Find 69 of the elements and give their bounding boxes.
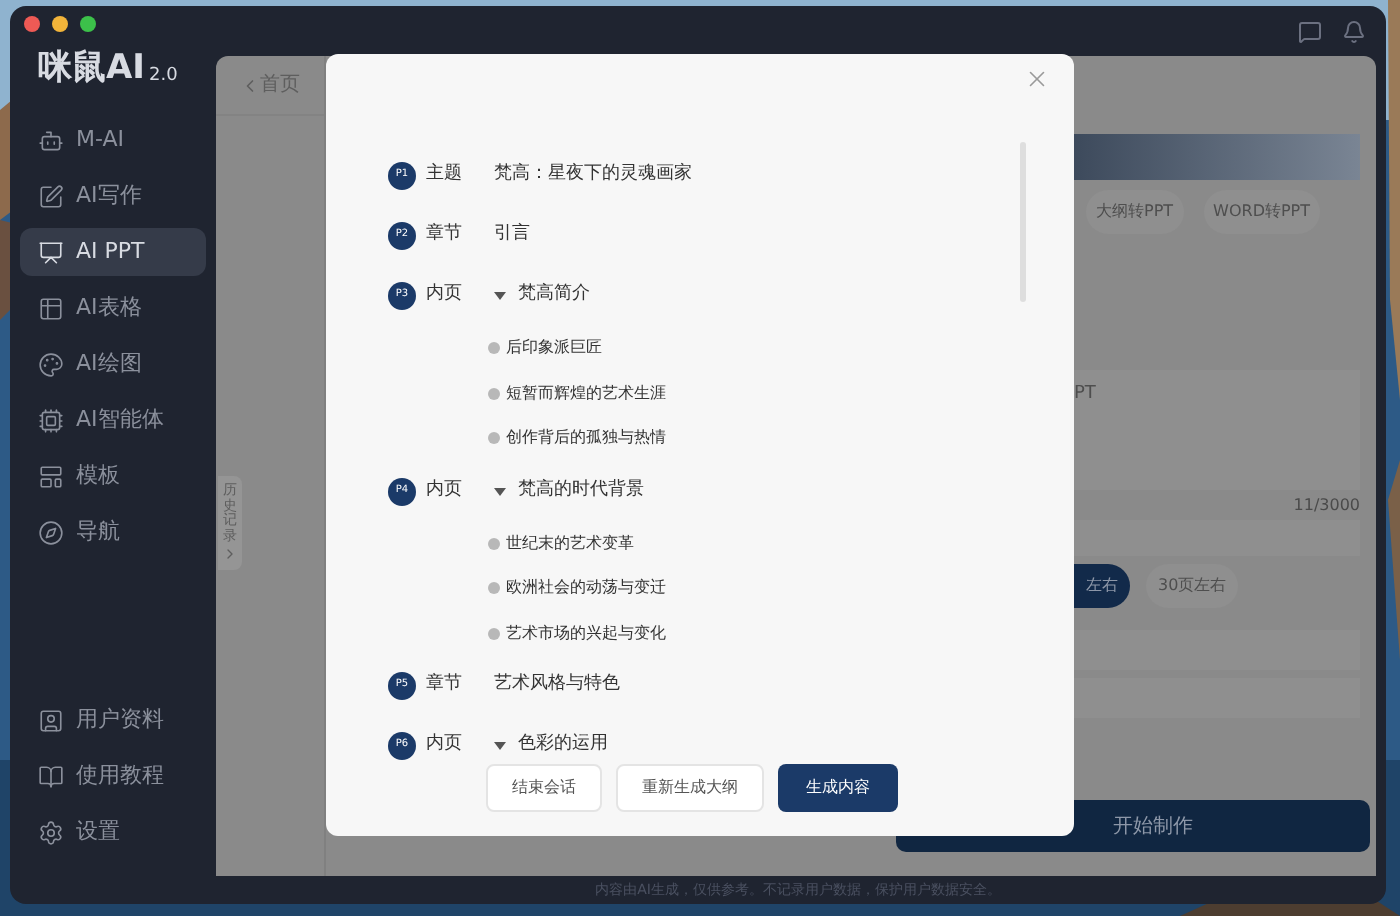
outline-title: 梵高的时代背景 <box>518 477 644 504</box>
sidebar-item[interactable]: AI PPT <box>20 228 206 276</box>
item-type: 内页 <box>426 477 464 504</box>
pen-icon <box>38 183 64 209</box>
sidebar-item[interactable]: AI写作 <box>20 172 206 220</box>
outline-subitem: 世纪末的艺术变革 <box>506 531 634 556</box>
robot-icon <box>38 127 64 153</box>
outline-subitem: 艺术市场的兴起与变化 <box>506 621 666 646</box>
close-window-button[interactable] <box>24 16 40 32</box>
bullet-icon <box>488 627 500 640</box>
outline-title: 色彩的运用 <box>518 732 608 759</box>
notification-icon[interactable] <box>1342 19 1366 43</box>
outline-subitem: 创作背后的孤独与热情 <box>506 426 666 451</box>
item-type: 章节 <box>426 672 464 699</box>
input-field[interactable] <box>1074 520 1360 556</box>
chapter-title: 艺术风格与特色 <box>494 672 620 699</box>
collapse-arrow-icon[interactable] <box>494 487 506 495</box>
app-logo: 咪鼠AI 2.0 <box>38 52 180 86</box>
page-count-option[interactable]: 30页左右 <box>1146 564 1239 608</box>
sidebar-item[interactable]: M-AI <box>20 116 206 164</box>
collapse-arrow-icon[interactable] <box>494 292 506 300</box>
item-type: 内页 <box>426 732 464 759</box>
minimize-window-button[interactable] <box>52 16 68 32</box>
sidebar-item[interactable]: 模板 <box>20 452 206 500</box>
sidebar-item[interactable]: AI绘图 <box>20 340 206 388</box>
expand-icon <box>222 545 238 562</box>
palette-icon <box>38 351 64 377</box>
user-icon <box>38 707 64 733</box>
compass-icon <box>38 519 64 545</box>
outline-subitem: 后印象派巨匠 <box>506 336 602 361</box>
table-icon <box>38 295 64 321</box>
topic-input[interactable]: PT <box>1074 370 1360 490</box>
sidebar-item[interactable]: 使用教程 <box>20 752 206 800</box>
bullet-icon <box>488 387 500 400</box>
zoom-window-button[interactable] <box>80 16 96 32</box>
outline-subitem: 短暂而辉煌的艺术生涯 <box>506 381 666 406</box>
mode-tab[interactable]: WORD转PPT <box>1203 190 1321 234</box>
dialog-button[interactable]: 结束会话 <box>486 764 602 812</box>
sidebar-item[interactable]: 用户资料 <box>20 696 206 744</box>
sidebar-item[interactable]: AI表格 <box>20 284 206 332</box>
bullet-icon <box>488 432 500 445</box>
input-field[interactable] <box>1074 678 1360 718</box>
input-field[interactable] <box>1074 630 1360 670</box>
outline-subitem: 欧洲社会的动荡与变迁 <box>506 576 666 601</box>
message-icon[interactable] <box>1298 19 1322 43</box>
close-icon[interactable] <box>1024 66 1050 92</box>
presentation-icon <box>38 239 64 265</box>
chip-icon <box>38 407 64 433</box>
book-icon <box>38 763 64 789</box>
bullet-icon <box>488 582 500 595</box>
character-counter: 11/3000 <box>1293 494 1360 518</box>
chapter-title: 引言 <box>494 222 530 249</box>
settings-icon <box>38 819 64 845</box>
sidebar-item[interactable]: 导航 <box>20 508 206 556</box>
page-count-option[interactable]: 左右 <box>1074 564 1130 608</box>
layout-icon <box>38 463 64 489</box>
item-type: 内页 <box>426 282 464 309</box>
item-type: 主题 <box>426 162 464 189</box>
bullet-icon <box>488 537 500 550</box>
collapse-arrow-icon[interactable] <box>494 742 506 750</box>
dialog-button[interactable]: 重新生成大纲 <box>616 764 764 812</box>
sidebar-item[interactable]: 设置 <box>20 808 206 856</box>
sidebar-item[interactable]: AI智能体 <box>20 396 206 444</box>
outline-title: 梵高简介 <box>518 282 590 309</box>
topic-title: 梵高：星夜下的灵魂画家 <box>494 162 692 189</box>
mode-tab[interactable]: 大纲转PPT <box>1086 190 1184 234</box>
bullet-icon <box>488 342 500 355</box>
generate-button[interactable]: 生成内容 <box>778 764 898 812</box>
item-type: 章节 <box>426 222 464 249</box>
